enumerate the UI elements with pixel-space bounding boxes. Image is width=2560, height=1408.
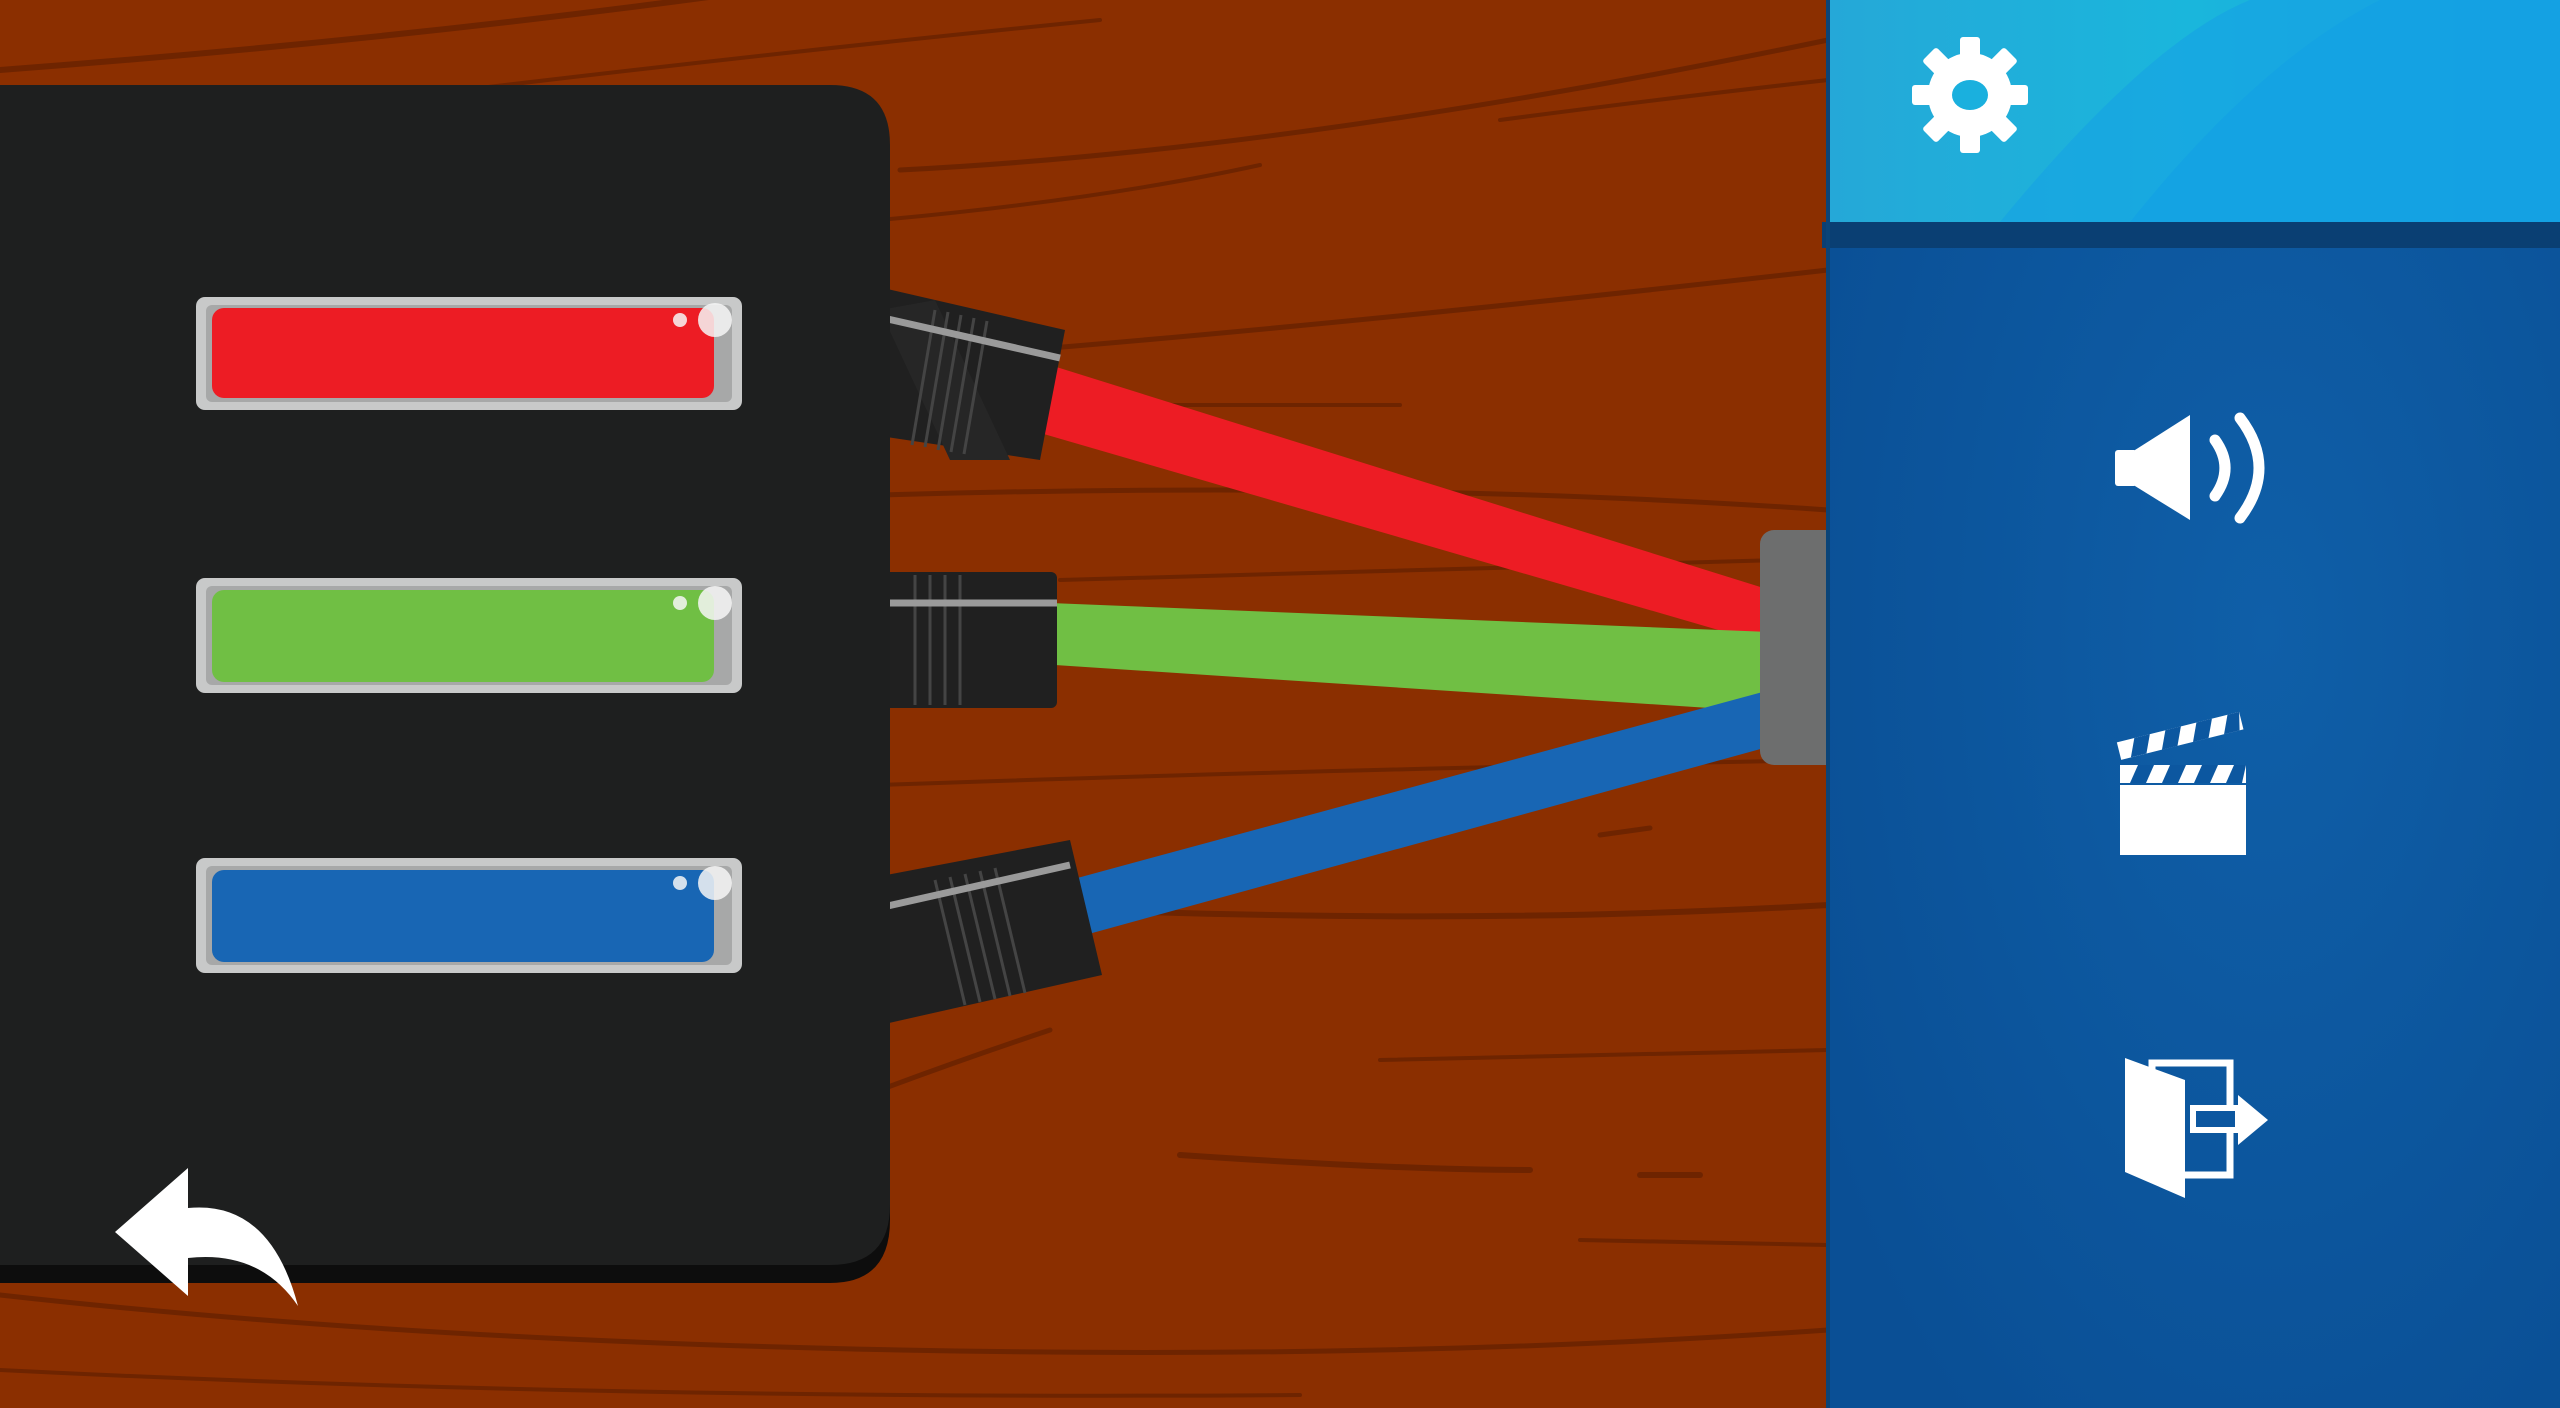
light-blue — [196, 858, 742, 973]
video-button[interactable] — [2100, 710, 2270, 870]
panel-header-shadow — [1822, 222, 2560, 248]
exit-button[interactable] — [2110, 1045, 2280, 1210]
back-button[interactable] — [100, 1150, 310, 1320]
light-red — [196, 297, 742, 410]
green-connector — [880, 572, 1057, 708]
light-green — [196, 578, 742, 693]
settings-button[interactable] — [1910, 30, 2030, 160]
sound-button[interactable] — [2100, 400, 2290, 540]
